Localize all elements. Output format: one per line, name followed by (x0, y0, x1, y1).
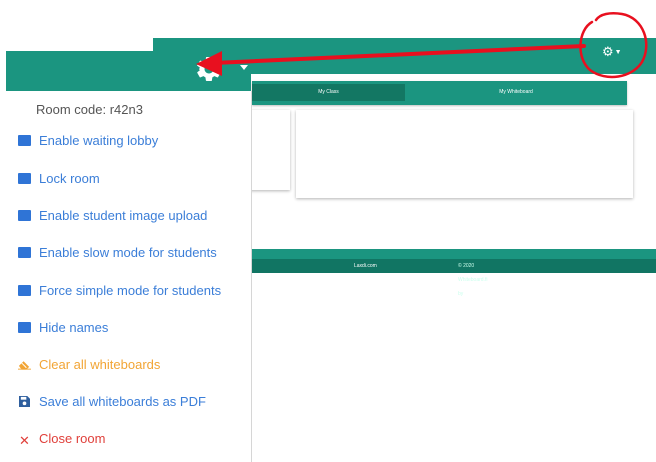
force-simple-mode-item[interactable]: Force simple mode for students (18, 283, 221, 298)
caret-down-icon (240, 65, 248, 70)
footer: © 2020 Whiteboard.fi by Laxdi.com (250, 259, 656, 297)
save-all-whiteboards-pdf-item[interactable]: Save all whiteboards as PDF (18, 394, 206, 409)
enable-slow-mode-item[interactable]: Enable slow mode for students (18, 245, 217, 260)
square-icon (18, 210, 31, 221)
zoomed-header (6, 51, 251, 91)
enable-student-image-upload-item[interactable]: Enable student image upload (18, 208, 207, 223)
tab-bar: My Class My Whiteboard (252, 81, 627, 105)
settings-dropdown-menu: Room code: r42n3 Enable waiting lobby Lo… (6, 91, 252, 462)
x-icon: ✕ (19, 433, 30, 448)
room-code-label: Room code: r42n3 (36, 102, 143, 117)
menu-item-label: Clear all whiteboards (39, 357, 161, 372)
footer-text: © 2020 Whiteboard.fi by Laxdi.com (354, 259, 487, 297)
hide-names-item[interactable]: Hide names (18, 320, 108, 335)
enable-waiting-lobby-item[interactable]: Enable waiting lobby (18, 133, 158, 148)
gear-icon: ⚙ (602, 44, 614, 59)
menu-item-label: Enable waiting lobby (39, 133, 159, 148)
close-room-item[interactable]: ✕ Close room (18, 431, 106, 448)
eraser-icon (18, 361, 31, 370)
floppy-disk-icon (19, 396, 30, 407)
menu-item-label: Enable slow mode for students (39, 245, 217, 260)
settings-menu-button[interactable]: ⚙▼ (602, 45, 622, 60)
lock-room-item[interactable]: Lock room (18, 171, 100, 186)
tab-my-whiteboard[interactable]: My Whiteboard (405, 84, 627, 101)
footer-link[interactable]: Laxdi.com (354, 263, 377, 269)
menu-item-label: Hide names (39, 320, 109, 335)
menu-item-label: Force simple mode for students (39, 283, 222, 298)
menu-item-label: Save all whiteboards as PDF (39, 394, 206, 409)
footer-band (250, 249, 656, 259)
clear-all-whiteboards-item[interactable]: Clear all whiteboards (18, 357, 160, 372)
square-icon (18, 322, 31, 333)
square-icon (18, 173, 31, 184)
square-icon (18, 285, 31, 296)
menu-item-label: Lock room (39, 171, 100, 186)
square-icon (18, 247, 31, 258)
tab-my-class[interactable]: My Class (252, 84, 405, 101)
menu-item-label: Enable student image upload (39, 208, 208, 223)
square-icon (18, 135, 31, 146)
caret-down-icon: ▼ (614, 48, 622, 56)
footer-copyright: © 2020 Whiteboard.fi by (458, 263, 488, 297)
whiteboard-card (296, 110, 633, 198)
gear-icon[interactable] (194, 54, 224, 84)
menu-item-label: Close room (39, 431, 106, 446)
